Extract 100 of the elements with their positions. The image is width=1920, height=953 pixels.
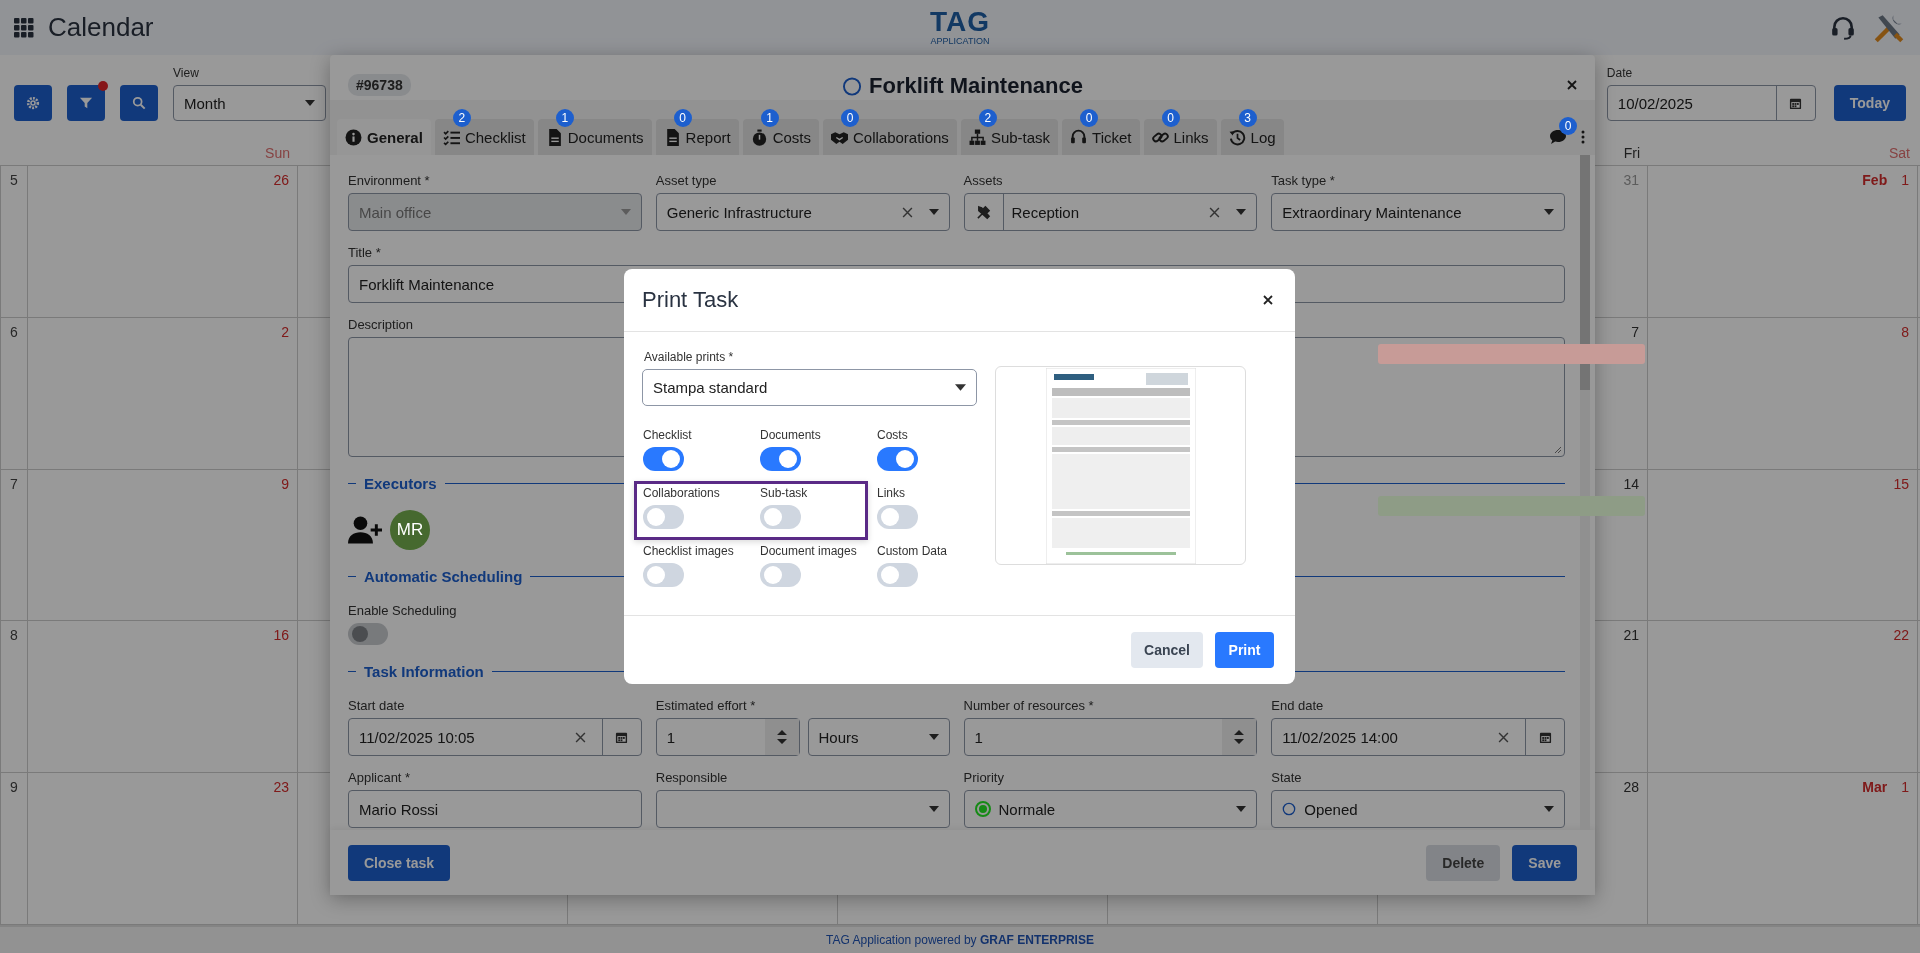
print-button[interactable]: Print [1215,632,1274,668]
toggle-switch[interactable] [877,563,918,587]
stepper-icon[interactable] [1234,729,1245,745]
search-button[interactable] [120,85,158,121]
section-title: Automatic Scheduling [364,568,523,585]
toggle-switch[interactable] [877,447,918,471]
search-icon [132,96,146,110]
toggle-switch[interactable] [643,563,684,587]
delete-button[interactable]: Delete [1426,844,1501,881]
day-cell[interactable]: 22 [1648,621,1918,773]
select-field[interactable]: Reception [963,193,1258,231]
number-input[interactable]: 1 [655,718,800,756]
field-label: View [173,66,200,80]
cancel-button[interactable]: Cancel [1131,632,1203,668]
day-cell[interactable]: 15 [1648,469,1918,621]
chat-icon [1549,129,1567,145]
print-template-select[interactable]: Stampa standard [642,369,977,406]
option-label: Document images [760,544,858,558]
info-icon [345,128,362,146]
apps-grid-icon[interactable] [14,17,34,38]
field-label: State [1271,770,1303,785]
logo-text: TAG [930,8,990,36]
count-badge: 3 [1238,109,1257,127]
date-field[interactable]: 10/02/2025 [1606,85,1816,121]
field-label: Start date [348,698,406,713]
save-button[interactable]: Save [1512,844,1577,881]
select-field[interactable]: Opened [1271,790,1565,828]
avatar[interactable]: MR [390,510,430,550]
settings-icon [26,96,40,110]
toggle-switch[interactable] [760,505,801,529]
day-number: 7 [1631,323,1639,340]
stepper-icon[interactable] [776,729,787,745]
count-badge: 0 [1161,109,1180,127]
toggle-switch[interactable] [643,505,684,529]
clear-icon[interactable] [1209,206,1221,218]
day-cell[interactable]: 16 [28,621,298,773]
scrollbar[interactable] [1580,155,1590,830]
today-button[interactable]: Today [1833,85,1906,121]
day-cell[interactable]: 23 [28,773,298,924]
calendar-icon[interactable] [615,730,629,744]
select-field[interactable]: Extraordinary Maintenance [1271,193,1565,231]
close-icon[interactable] [1567,79,1577,90]
clear-icon[interactable] [901,206,913,218]
field-label: Number of resources * [963,698,1095,713]
text-input[interactable]: Mario Rossi [348,790,642,828]
toggle-switch[interactable] [877,505,918,529]
select-field[interactable] [655,790,950,828]
count-badge: 0 [673,109,692,127]
page-title: Calendar [48,12,154,43]
clear-icon[interactable] [1498,731,1509,743]
day-number: 22 [1893,627,1909,644]
number-input[interactable]: 1 [963,718,1258,756]
field-label: Asset type [655,173,718,188]
day-cell[interactable]: 26 [28,166,298,317]
select-field[interactable]: Normale [963,790,1258,828]
caret-icon [1544,209,1554,215]
day-number: 14 [1623,475,1639,492]
day-number: 28 [1623,779,1639,796]
unit-select[interactable]: Hours [807,718,950,756]
field-label: Environment * [348,173,431,188]
day-cell[interactable]: Mar 1 [1648,773,1918,924]
calendar-icon[interactable] [1538,730,1552,744]
more-menu-icon[interactable] [1581,130,1585,144]
day-number: 8 [1901,323,1909,340]
modal-title: Forklift Maintenance [869,73,1083,99]
close-icon[interactable] [1263,295,1273,305]
tab[interactable]: General [337,119,431,155]
option-label: Checklist [643,428,693,442]
option-label: Collaborations [643,486,721,500]
field-label: Task type * [1271,173,1336,188]
section-title: Task Information [364,663,484,680]
field-label: Priority [963,770,1005,785]
toggle-switch[interactable] [760,447,801,471]
view-select[interactable]: Month [173,85,326,121]
calendar-icon [1789,96,1803,110]
settings-button[interactable] [14,85,52,121]
day-cell[interactable]: Feb 1 [1648,166,1918,317]
add-user-icon[interactable] [348,515,382,545]
toggle-switch[interactable] [760,563,801,587]
day-cell[interactable]: 9 [28,469,298,621]
day-number: 1 [1901,779,1909,796]
day-cell[interactable]: 2 [28,317,298,469]
day-cell[interactable]: 8 [1648,317,1918,469]
count-badge: 0 [1559,117,1577,135]
clear-icon[interactable] [574,731,586,743]
caret-icon [928,209,939,215]
dialog-title: Print Task [642,287,739,313]
option-label: Documents [760,428,822,442]
day-number: 15 [1893,475,1909,492]
close-task-button[interactable]: Close task [348,844,451,881]
day-number: 21 [1623,627,1639,644]
chat-button[interactable] [1549,129,1567,145]
footer-text: TAG Application powered by GRAF ENTERPRISE [826,933,1094,947]
day-number: 2 [281,323,289,340]
select-field[interactable]: Generic Infrastructure [655,193,950,231]
toggle-switch[interactable] [643,447,684,471]
headset-icon[interactable] [1830,14,1856,41]
day-number: 1 [1901,172,1909,188]
date-field[interactable]: 11/02/2025 14:00 [1271,718,1565,756]
date-field[interactable]: 11/02/2025 10:05 [348,718,642,756]
